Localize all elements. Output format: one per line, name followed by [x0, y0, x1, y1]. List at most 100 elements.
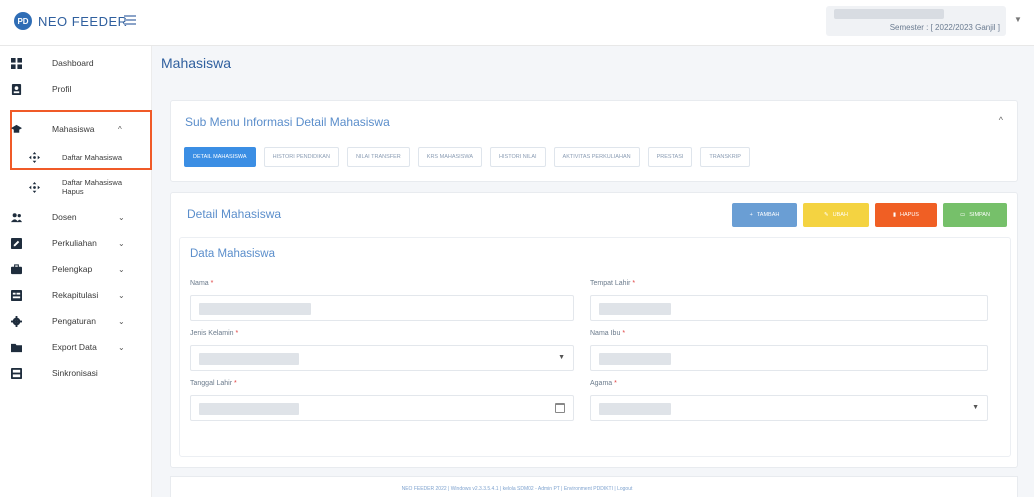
- chevron-down-icon: ⌄: [118, 238, 125, 248]
- logo: PD: [14, 12, 32, 30]
- brand[interactable]: PD NEO FEEDER: [14, 12, 128, 30]
- jenis-kelamin-label: Jenis Kelamin *: [190, 330, 238, 337]
- sidebar-item-label: Pelengkap: [52, 264, 93, 274]
- sidebar-item-export-data[interactable]: Export Data ⌄: [0, 336, 152, 358]
- sidebar-item-perkuliahan[interactable]: Perkuliahan ⌄: [0, 232, 152, 254]
- nama-ibu-value-redacted: [599, 353, 671, 365]
- calendar-icon[interactable]: [555, 403, 565, 413]
- required-mark: *: [632, 280, 636, 287]
- jenis-kelamin-value-redacted: [199, 353, 299, 365]
- top-bar: PD NEO FEEDER Semester : [ 2022/2023 Gan…: [0, 0, 1034, 46]
- add-button[interactable]: + TAMBAH: [732, 203, 797, 227]
- sidebar-item-pengaturan[interactable]: Pengaturan ⌄: [0, 310, 152, 332]
- gear-icon: [10, 315, 23, 328]
- sidebar-item-daftar-mahasiswa-hapus[interactable]: Daftar Mahasiswa Hapus: [0, 176, 152, 198]
- edit-button-label: UBAH: [832, 212, 848, 218]
- tab-histori-nilai[interactable]: HISTORI NILAI: [490, 147, 546, 167]
- folder-icon: [10, 341, 23, 354]
- menu-toggle-icon[interactable]: [124, 15, 136, 25]
- sidebar-item-label: Daftar Mahasiswa: [62, 152, 123, 162]
- sidebar-item-label: Export Data: [52, 342, 97, 352]
- chevron-down-icon: ⌄: [118, 212, 125, 222]
- sidebar-item-rekapitulasi[interactable]: Rekapitulasi ⌄: [0, 284, 152, 306]
- sidebar: Dashboard Profil Mahasiswa ^ Daftar Maha…: [0, 46, 152, 497]
- sidebar-item-label: Dosen: [52, 212, 77, 222]
- tab-transkrip[interactable]: TRANSKRIP: [700, 147, 750, 167]
- nama-field[interactable]: [190, 295, 574, 321]
- chevron-up-icon: ^: [118, 124, 122, 134]
- save-button-label: SIMPAN: [969, 212, 990, 218]
- sidebar-item-sinkronisasi[interactable]: Sinkronisasi: [0, 362, 152, 384]
- agama-label: Agama *: [590, 380, 617, 387]
- sidebar-item-pelengkap[interactable]: Pelengkap ⌄: [0, 258, 152, 280]
- detail-title: Detail Mahasiswa: [187, 207, 282, 221]
- delete-button-label: HAPUS: [900, 212, 919, 218]
- chevron-down-icon: ⌄: [118, 316, 125, 326]
- sync-icon: [10, 367, 23, 380]
- pencil-icon: ✎: [824, 212, 829, 218]
- sidebar-item-label: Pengaturan: [52, 316, 96, 326]
- tab-krs-mahasiswa[interactable]: KRS MAHASISWA: [417, 147, 483, 167]
- users-icon: [10, 211, 23, 224]
- tab-histori-pendidikan[interactable]: HISTORI PENDIDIKAN: [263, 147, 339, 167]
- sidebar-item-label: Dashboard: [52, 58, 94, 68]
- user-menu[interactable]: Semester : [ 2022/2023 Ganjil ]: [826, 6, 1006, 36]
- tanggal-lahir-field[interactable]: [190, 395, 574, 421]
- nama-label: Nama *: [190, 280, 213, 287]
- jenis-kelamin-select[interactable]: ▼: [190, 345, 574, 371]
- chevron-down-icon: ⌄: [118, 290, 125, 300]
- required-mark: *: [233, 380, 237, 387]
- data-mahasiswa-section: Data Mahasiswa Nama * Tempat Lahir * Jen…: [179, 237, 1011, 457]
- tempat-lahir-label: Tempat Lahir *: [590, 280, 635, 287]
- nama-value-redacted: [199, 303, 311, 315]
- action-buttons: + TAMBAH ✎ UBAH ▮ HAPUS ▭ SIMPAN: [732, 203, 1007, 227]
- jenis-kelamin-label-text: Jenis Kelamin: [190, 330, 234, 337]
- chevron-down-icon: ⌄: [118, 264, 125, 274]
- tab-detail-mahasiswa[interactable]: DETAIL MAHASISWA: [184, 147, 256, 167]
- tab-aktivitas-perkuliahan[interactable]: AKTIVITAS PERKULIAHAN: [553, 147, 640, 167]
- tempat-lahir-value-redacted: [599, 303, 671, 315]
- dashboard-icon: [10, 57, 23, 70]
- tempat-lahir-field[interactable]: [590, 295, 988, 321]
- tanggal-lahir-label: Tanggal Lahir *: [190, 380, 237, 387]
- sidebar-item-mahasiswa[interactable]: Mahasiswa ^: [0, 118, 152, 140]
- agama-label-text: Agama: [590, 380, 613, 387]
- tab-nilai-transfer[interactable]: NILAI TRANSFER: [346, 147, 410, 167]
- user-caret-icon[interactable]: ▼: [1014, 15, 1022, 24]
- collapse-icon[interactable]: ^: [999, 115, 1003, 125]
- sidebar-item-dosen[interactable]: Dosen ⌄: [0, 206, 152, 228]
- add-button-label: TAMBAH: [756, 212, 780, 218]
- brand-name: NEO FEEDER: [38, 13, 128, 29]
- move-icon: [28, 151, 41, 164]
- dropdown-caret-icon: ▼: [558, 354, 565, 361]
- footer: NEO FEEDER 2022 | Windows v2.3.3.5.4.1 |…: [401, 486, 633, 492]
- required-mark: *: [622, 330, 626, 337]
- briefcase-icon: [10, 263, 23, 276]
- page-title: Mahasiswa: [161, 55, 232, 71]
- report-icon: [10, 289, 23, 302]
- required-mark: *: [210, 280, 214, 287]
- nama-ibu-label: Nama Ibu *: [590, 330, 625, 337]
- save-button[interactable]: ▭ SIMPAN: [943, 203, 1007, 227]
- edit-button[interactable]: ✎ UBAH: [803, 203, 869, 227]
- sidebar-item-label: Perkuliahan: [52, 238, 97, 248]
- move-icon: [28, 181, 41, 194]
- user-name-redacted: [834, 9, 944, 19]
- tab-prestasi[interactable]: PRESTASI: [647, 147, 693, 167]
- section-title: Data Mahasiswa: [190, 248, 276, 260]
- sidebar-item-label: Sinkronisasi: [52, 368, 98, 378]
- detail-tabs: DETAIL MAHASISWA HISTORI PENDIDIKAN NILA…: [184, 147, 750, 167]
- sidebar-item-profil[interactable]: Profil: [0, 78, 152, 100]
- semester-label: Semester : [ 2022/2023 Ganjil ]: [889, 23, 1000, 32]
- trash-icon: ▮: [893, 212, 897, 218]
- sidebar-item-label: Rekapitulasi: [52, 290, 99, 300]
- sidebar-item-dashboard[interactable]: Dashboard: [0, 52, 152, 74]
- detail-card: Detail Mahasiswa + TAMBAH ✎ UBAH ▮ HAPUS ▭ S…: [170, 192, 1018, 468]
- agama-select[interactable]: ▼: [590, 395, 988, 421]
- nama-ibu-field[interactable]: [590, 345, 988, 371]
- sidebar-item-daftar-mahasiswa[interactable]: Daftar Mahasiswa: [0, 146, 152, 168]
- tanggal-lahir-label-text: Tanggal Lahir: [190, 380, 233, 387]
- required-mark: *: [235, 330, 239, 337]
- delete-button[interactable]: ▮ HAPUS: [875, 203, 937, 227]
- profile-icon: [10, 83, 23, 96]
